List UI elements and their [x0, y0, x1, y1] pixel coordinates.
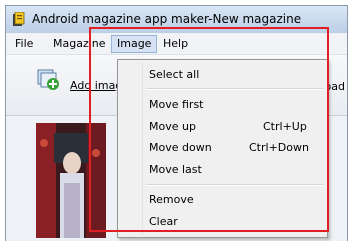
app-icon — [13, 12, 25, 26]
menu-bar: File Magazine Image Help — [6, 34, 347, 55]
menu-separator — [146, 184, 324, 186]
menu-file[interactable]: File — [10, 36, 38, 52]
window-title: Android magazine app maker-New magazine — [32, 12, 302, 26]
app-window: Android magazine app maker-New magazine … — [5, 5, 348, 241]
menu-item-move-last[interactable]: Move last — [120, 159, 325, 181]
title-bar[interactable]: Android magazine app maker-New magazine — [6, 6, 347, 33]
menu-magazine[interactable]: Magazine — [48, 36, 111, 52]
image-menu-dropdown: Select all Move first Move up Ctrl+Up Mo… — [117, 59, 328, 238]
menu-item-select-all[interactable]: Select all — [120, 64, 325, 86]
menu-item-move-down[interactable]: Move down Ctrl+Down — [120, 137, 325, 159]
menu-image[interactable]: Image — [111, 35, 158, 53]
menu-separator — [146, 88, 324, 90]
add-image-icon — [37, 69, 59, 90]
menu-item-remove[interactable]: Remove — [120, 189, 325, 211]
magazine-page-thumbnail[interactable] — [36, 123, 106, 238]
shortcut-move-up: Ctrl+Up — [263, 120, 307, 133]
add-image-label: Add imag — [70, 79, 123, 92]
menu-help[interactable]: Help — [158, 36, 193, 52]
menu-item-move-up[interactable]: Move up Ctrl+Up — [120, 116, 325, 138]
shortcut-move-down: Ctrl+Down — [249, 141, 309, 154]
menu-item-clear[interactable]: Clear — [120, 211, 325, 233]
menu-item-move-first[interactable]: Move first — [120, 94, 325, 116]
